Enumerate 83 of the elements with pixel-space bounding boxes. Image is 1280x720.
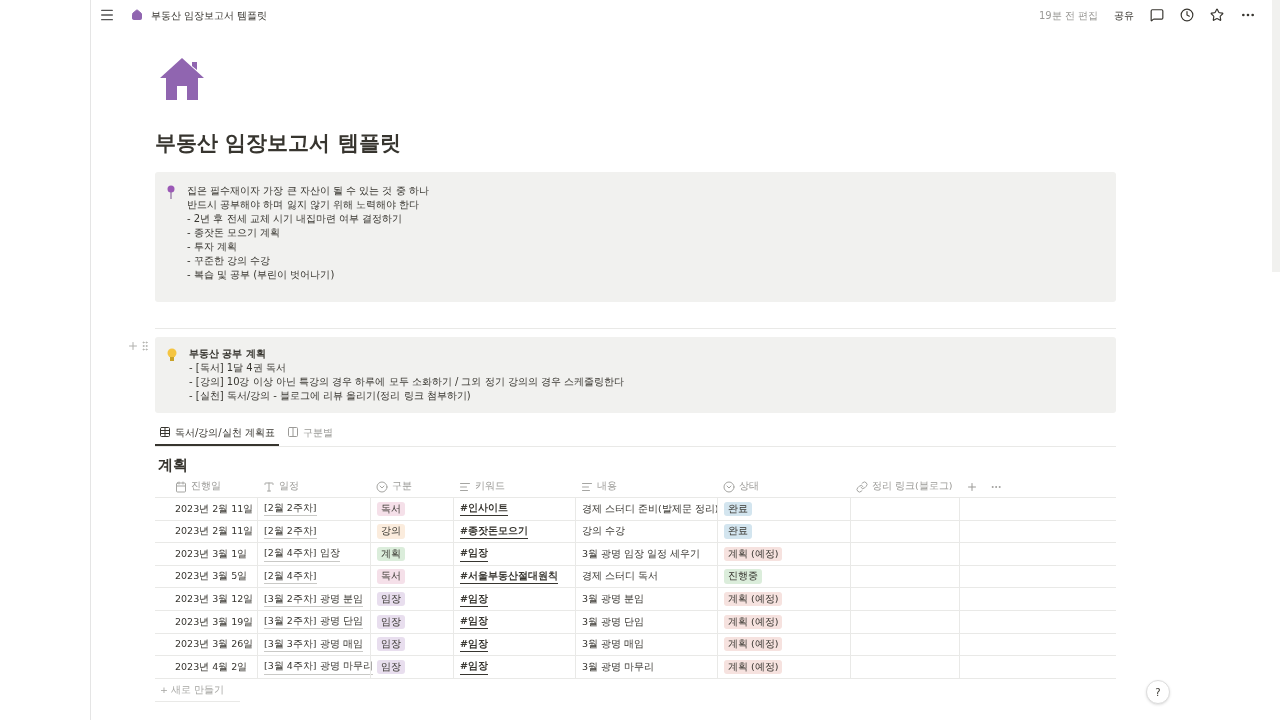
page-title: 부동산 임장보고서 템플릿 bbox=[155, 130, 402, 157]
table-icon bbox=[159, 426, 171, 438]
tag: 계획 (예정) bbox=[724, 546, 783, 562]
edited-time: 19분 전 편집 bbox=[1038, 8, 1098, 23]
clock-icon[interactable] bbox=[1180, 8, 1194, 22]
share-button[interactable]: 공유 bbox=[1106, 7, 1142, 23]
calendar-icon bbox=[175, 480, 187, 493]
table-cell[interactable]: [3월 2주차] 광명 분임 bbox=[257, 588, 370, 610]
tag: 계획 (예정) bbox=[724, 592, 783, 607]
link-icon bbox=[856, 480, 868, 493]
table-cell: 3월 광명 분임 bbox=[575, 588, 717, 610]
lightbulb-icon bbox=[167, 347, 177, 361]
table-title: 계획 bbox=[158, 454, 189, 476]
tag: 계획 (예정) bbox=[724, 637, 783, 652]
select-icon bbox=[376, 480, 388, 493]
table-cell: #임장 bbox=[453, 588, 575, 610]
tag: 계획 (예정) bbox=[724, 614, 783, 629]
tag: 임장 bbox=[377, 659, 405, 675]
status-icon bbox=[723, 480, 735, 493]
lines-icon bbox=[581, 480, 593, 493]
tag: 임장 bbox=[377, 614, 405, 629]
help-button[interactable]: ? bbox=[1146, 680, 1170, 704]
menu-icon[interactable] bbox=[99, 7, 115, 23]
drag-handle-icon[interactable] bbox=[139, 339, 151, 352]
table-cell[interactable]: [2월 2주차] bbox=[257, 520, 370, 543]
table-cell: #인사이트 bbox=[453, 498, 575, 520]
callout-line: - 종잣돈 모으기 계획 bbox=[187, 225, 282, 240]
tag: 독서 bbox=[377, 501, 405, 516]
tag: 임장 bbox=[377, 592, 405, 607]
table-cell[interactable]: [2월 4주차] 임장 bbox=[257, 543, 370, 565]
table-cell-text: 2023년 3월 12일 bbox=[174, 592, 255, 607]
table-cell: #임장 bbox=[453, 633, 575, 656]
tag: 계획 bbox=[377, 546, 405, 562]
text-icon bbox=[263, 480, 275, 493]
callout-line: - 꾸준한 강의 수강 bbox=[187, 253, 272, 268]
table-cell: 3월 광명 마무리 bbox=[575, 656, 717, 678]
table-cell-text: 2023년 3월 1일 bbox=[174, 546, 249, 561]
tag: 임장 bbox=[377, 637, 405, 652]
table-cell: #종잣돈모으기 bbox=[453, 520, 575, 543]
table-cell-text: 2023년 3월 19일 bbox=[174, 614, 255, 629]
callout-line: 집은 필수재이자 가장 큰 자산이 될 수 있는 것 중 하나 bbox=[187, 183, 429, 198]
table-cell: 3월 광명 단임 bbox=[575, 610, 717, 633]
table-cell[interactable]: [2월 4주차] bbox=[257, 565, 370, 588]
callout-title: 부동산 공부 계획 bbox=[189, 346, 267, 361]
board-icon bbox=[286, 426, 299, 438]
callout-line: - [독서] 1달 4권 독서 bbox=[189, 360, 287, 375]
table-cell: #임장 bbox=[453, 543, 575, 565]
tag: 강의 bbox=[377, 524, 405, 539]
table-cell: 강의 수강 bbox=[575, 520, 717, 543]
table-cell: #임장 bbox=[453, 656, 575, 678]
tag: 계획 (예정) bbox=[724, 659, 783, 675]
lines-icon bbox=[459, 480, 471, 493]
table-cell-text: 2023년 4월 2일 bbox=[174, 659, 249, 674]
tag: 진행중 bbox=[724, 569, 762, 584]
table-cell: 3월 광명 임장 일정 세우기 bbox=[575, 543, 717, 565]
view-tab[interactable]: 독서/강의/실천 계획표 bbox=[155, 420, 279, 446]
table-cell: #서울부동산절대원칙 bbox=[453, 565, 575, 588]
table-cell-text: 2023년 2월 11일 bbox=[174, 501, 255, 516]
table-cell: 3월 광명 매임 bbox=[575, 633, 717, 656]
table-cell: 경제 스터디 독서 bbox=[575, 565, 717, 588]
tag: 완료 bbox=[724, 524, 752, 539]
house-icon bbox=[131, 9, 143, 21]
table-cell[interactable]: [3월 2주차] 광명 단임 bbox=[257, 610, 370, 633]
tag: 독서 bbox=[377, 569, 405, 584]
breadcrumb[interactable]: 부동산 임장보고서 템플릿 bbox=[151, 7, 268, 23]
table-cell: #임장 bbox=[453, 610, 575, 633]
star-icon[interactable] bbox=[1210, 8, 1224, 22]
tag: 완료 bbox=[724, 501, 752, 516]
house-icon bbox=[160, 58, 204, 100]
pushpin-icon bbox=[167, 184, 175, 199]
callout-line: - [실천] 독서/강의 - 블로그에 리뷰 올리기(정리 링크 첨부하기) bbox=[189, 388, 472, 403]
callout-line: - 투자 계획 bbox=[187, 239, 238, 254]
table-cell-text: 2023년 2월 11일 bbox=[174, 524, 255, 539]
callout-line: - 2년 후 전세 교체 시기 내집마련 여부 결정하기 bbox=[187, 211, 404, 226]
callout-line: - [강의] 10강 이상 아닌 특강의 경우 하루에 모두 소화하기 / 그외 정기 강의의 경우 스케줄링한다 bbox=[189, 374, 625, 389]
comment-icon[interactable] bbox=[1150, 8, 1164, 22]
table-cell[interactable]: [2월 2주차] bbox=[257, 498, 370, 520]
table-cell-text: 2023년 3월 26일 bbox=[174, 637, 255, 652]
table-cell[interactable]: [3월 4주차] 광명 마무리 bbox=[257, 656, 370, 678]
table-cell[interactable]: [3월 3주차] 광명 매임 bbox=[257, 633, 370, 656]
callout-line: - 복습 및 공부 (부린이 벗어나기) bbox=[187, 267, 336, 282]
table-cell-text: 2023년 3월 5일 bbox=[174, 569, 249, 584]
callout-line: 반드시 공부해야 하며 잃지 않기 위해 노력해야 한다 bbox=[187, 197, 421, 212]
